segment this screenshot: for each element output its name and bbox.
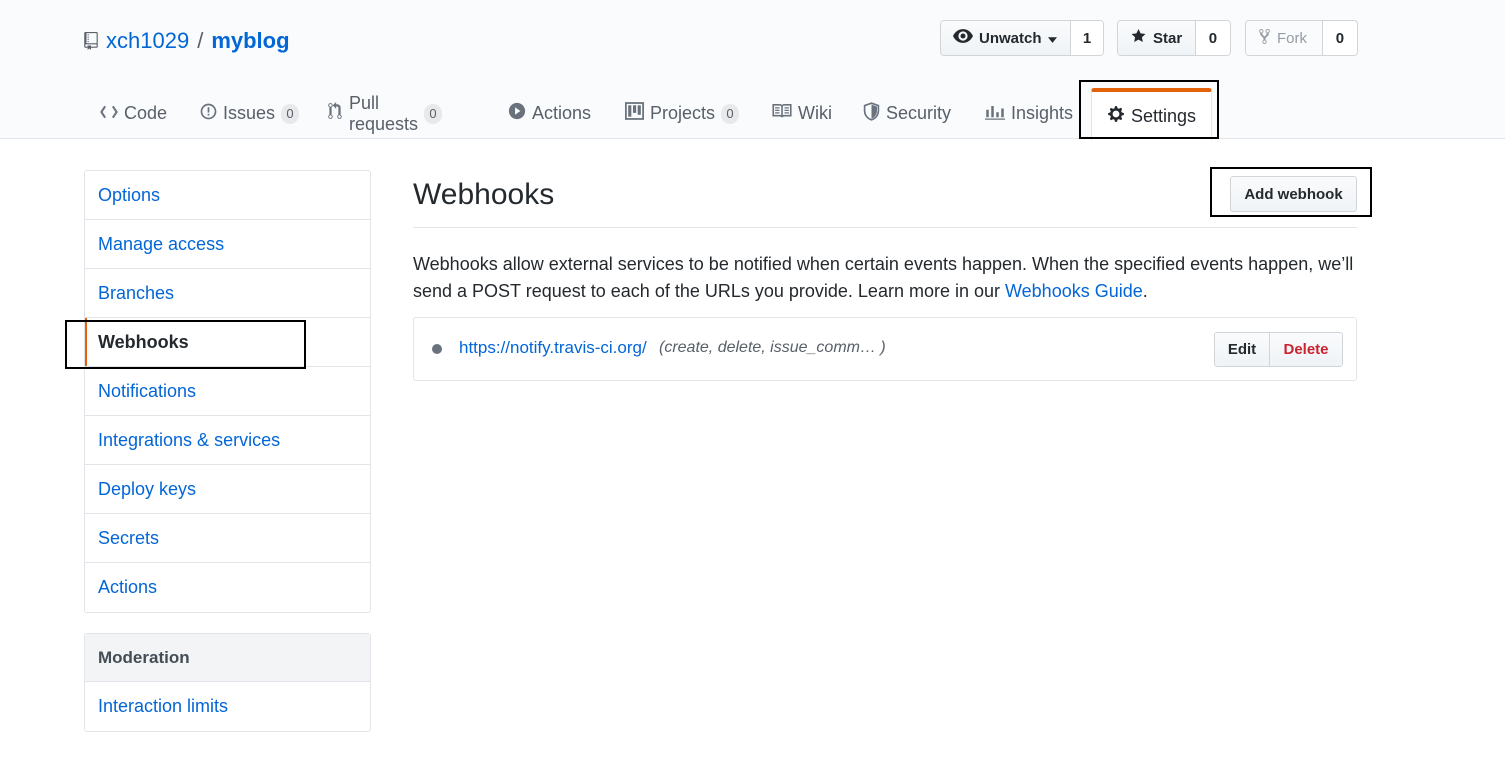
webhook-events: (create, delete, issue_comm… ) (659, 339, 886, 356)
description-text: Webhooks allow external services to be n… (413, 254, 1354, 301)
webhook-list-item: https://notify.travis-ci.org/ (create, d… (413, 317, 1357, 381)
issues-counter: 0 (281, 103, 300, 124)
repo-name-link[interactable]: myblog (211, 28, 289, 54)
pull-requests-counter: 0 (424, 103, 443, 124)
webhooks-description: Webhooks allow external services to be n… (413, 251, 1363, 305)
sidebar-item-interaction-limits[interactable]: Interaction limits (85, 682, 370, 731)
shield-icon (863, 101, 886, 126)
repo-header: xch1029 / myblog Unwatch 1 Star 0 Fork 0… (0, 0, 1505, 140)
caret-down-icon (1047, 30, 1063, 47)
tab-issues[interactable]: Issues 0 (200, 88, 300, 139)
tab-projects[interactable]: Projects 0 (624, 88, 740, 139)
tab-wiki[interactable]: Wiki (772, 88, 832, 139)
sidebar-item-manage-access[interactable]: Manage access (85, 220, 370, 269)
eye-icon (953, 29, 979, 47)
unwatch-button[interactable]: Unwatch (941, 21, 1071, 55)
tab-code[interactable]: Code (100, 88, 167, 139)
sidebar-item-secrets[interactable]: Secrets (85, 514, 370, 563)
add-webhook-button[interactable]: Add webhook (1230, 176, 1357, 212)
star-label: Star (1153, 29, 1183, 47)
fork-label: Fork (1277, 29, 1307, 47)
delete-webhook-button[interactable]: Delete (1270, 333, 1342, 366)
tab-pull-requests-label: Pull requests (349, 92, 419, 134)
sidebar-item-options[interactable]: Options (85, 171, 370, 220)
tab-wiki-label: Wiki (798, 103, 832, 123)
tab-insights[interactable]: Insights (985, 88, 1073, 139)
tab-actions[interactable]: Actions (508, 88, 591, 139)
sidebar-item-integrations[interactable]: Integrations & services (85, 416, 370, 465)
tab-settings-label: Settings (1131, 105, 1197, 126)
graph-icon (985, 102, 1011, 125)
description-end: . (1142, 281, 1148, 301)
code-icon (100, 103, 124, 124)
settings-sidebar: Options Manage access Branches Webhooks … (84, 170, 371, 613)
sidebar-item-branches[interactable]: Branches (85, 269, 370, 318)
star-button[interactable]: Star (1118, 21, 1196, 55)
watchers-count[interactable]: 1 (1071, 21, 1103, 55)
edit-webhook-button[interactable]: Edit (1215, 333, 1270, 366)
moderation-heading: Moderation (85, 634, 370, 682)
issue-icon (200, 103, 223, 125)
tab-settings[interactable]: Settings (1091, 88, 1213, 140)
fork-button[interactable]: Fork (1246, 21, 1323, 55)
sidebar-item-actions[interactable]: Actions (85, 563, 370, 612)
sidebar-item-notifications[interactable]: Notifications (85, 367, 370, 416)
pull-request-icon (327, 102, 349, 125)
sidebar-item-deploy-keys[interactable]: Deploy keys (85, 465, 370, 514)
forks-count[interactable]: 0 (1322, 21, 1357, 55)
webhooks-subhead: Webhooks Add webhook (413, 170, 1357, 228)
projects-counter: 0 (721, 103, 740, 124)
webhook-status-dot (432, 344, 442, 354)
sidebar-item-webhooks[interactable]: Webhooks (85, 318, 370, 367)
moderation-sidebar: Moderation Interaction limits (84, 633, 371, 732)
page-title: Webhooks (413, 178, 555, 211)
watch-button-group: Unwatch 1 (940, 20, 1104, 56)
webhook-url-link[interactable]: https://notify.travis-ci.org/ (459, 338, 647, 358)
tab-issues-label: Issues (223, 103, 276, 123)
project-icon (624, 102, 650, 125)
tab-insights-label: Insights (1011, 103, 1074, 123)
gear-icon (1107, 105, 1131, 128)
webhook-actions: Edit Delete (1214, 332, 1343, 367)
star-button-group: Star 0 (1117, 20, 1231, 56)
tab-security-label: Security (886, 103, 952, 123)
repo-owner-link[interactable]: xch1029 (106, 28, 189, 54)
webhooks-guide-link[interactable]: Webhooks Guide (1005, 281, 1143, 301)
fork-icon (1258, 28, 1277, 49)
repo-title: xch1029 / myblog (84, 26, 290, 56)
book-icon (772, 103, 798, 124)
tab-security[interactable]: Security (863, 88, 951, 139)
play-icon (508, 102, 532, 125)
repo-separator: / (197, 28, 204, 53)
repo-icon (84, 30, 102, 52)
stars-count[interactable]: 0 (1195, 21, 1230, 55)
star-icon (1130, 28, 1153, 48)
tab-projects-label: Projects (650, 103, 716, 123)
tab-actions-label: Actions (532, 103, 592, 123)
fork-button-group: Fork 0 (1245, 20, 1358, 56)
tab-code-label: Code (124, 103, 168, 123)
unwatch-label: Unwatch (979, 29, 1042, 47)
tab-pull-requests[interactable]: Pull requests 0 (327, 88, 443, 139)
